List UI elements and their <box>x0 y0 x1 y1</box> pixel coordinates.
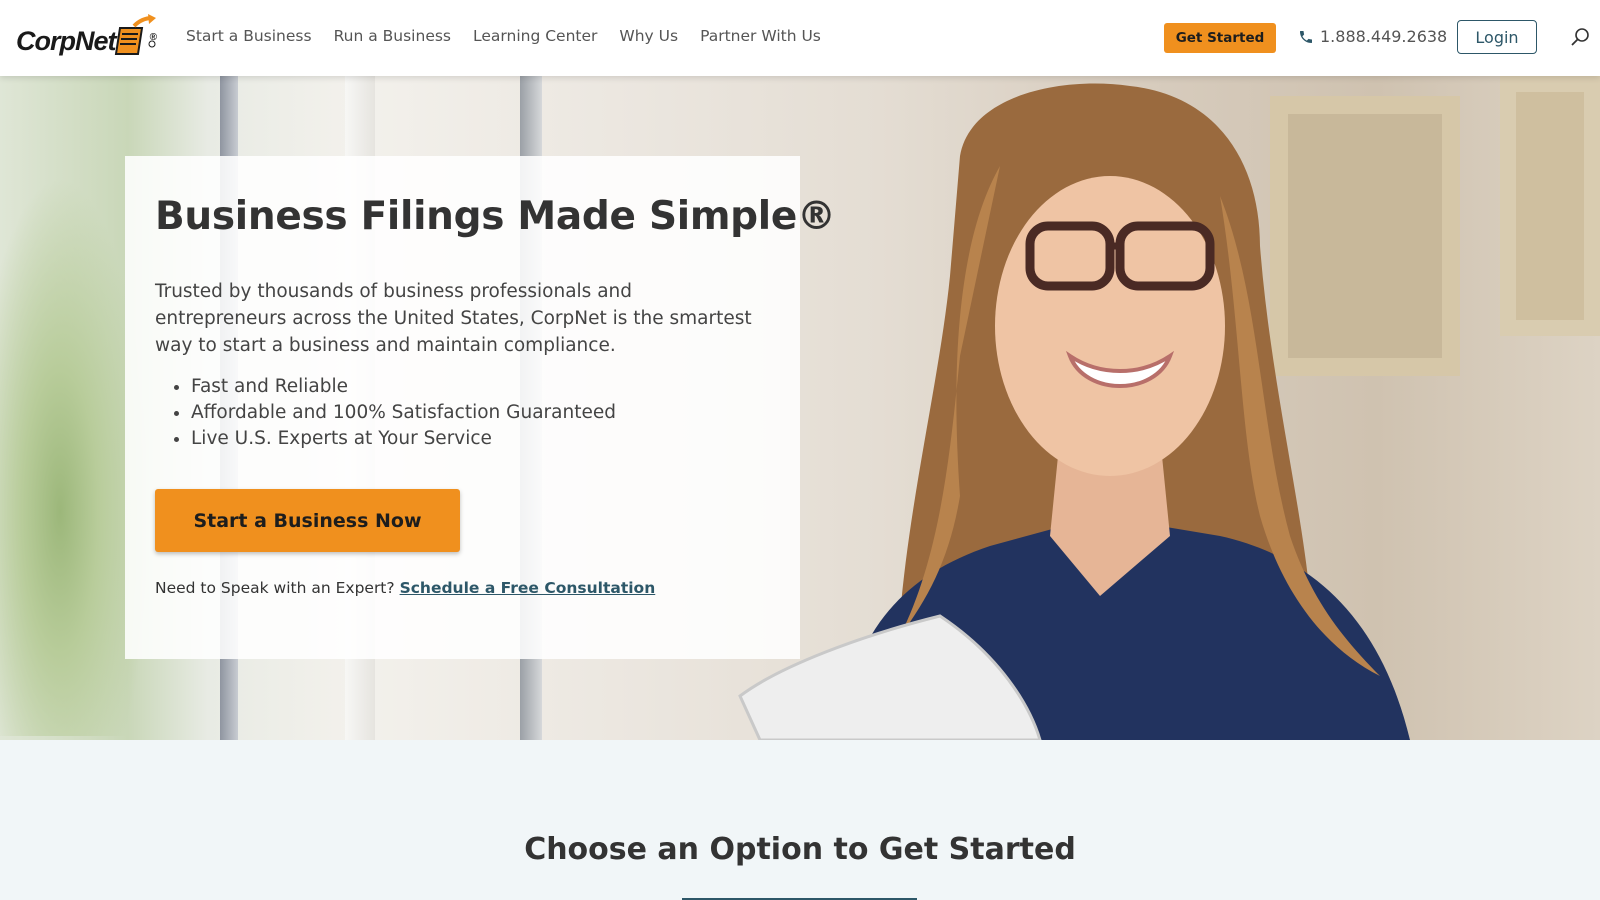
phone-icon <box>1300 30 1312 43</box>
main-nav: Start a Business Run a Business Learning… <box>186 27 843 45</box>
corpnet-logo[interactable]: CorpNet ® <box>16 14 158 64</box>
site-header: CorpNet ® Start a Business Run a Business… <box>0 0 1600 76</box>
consultation-line: Need to Speak with an Expert? Schedule a… <box>155 579 655 597</box>
nav-run-a-business[interactable]: Run a Business <box>334 27 451 45</box>
consultation-prompt: Need to Speak with an Expert? <box>155 579 395 597</box>
phone-number: 1.888.449.2638 <box>1320 27 1448 46</box>
nav-why-us[interactable]: Why Us <box>619 27 678 45</box>
schedule-consultation-link[interactable]: Schedule a Free Consultation <box>400 579 656 597</box>
nav-start-a-business[interactable]: Start a Business <box>186 27 312 45</box>
nav-learning-center[interactable]: Learning Center <box>473 27 597 45</box>
login-button[interactable]: Login <box>1457 20 1537 54</box>
nav-partner-with-us[interactable]: Partner With Us <box>700 27 821 45</box>
list-item: Live U.S. Experts at Your Service <box>191 426 616 452</box>
list-item: Affordable and 100% Satisfaction Guarant… <box>191 400 616 426</box>
search-icon[interactable] <box>1570 27 1590 47</box>
hero-benefits-list: Fast and Reliable Affordable and 100% Sa… <box>155 374 616 452</box>
hero-woman-photo <box>738 83 1410 740</box>
start-business-now-button[interactable]: Start a Business Now <box>155 489 460 552</box>
hero-section: Business Filings Made Simple® Trusted by… <box>0 76 1600 740</box>
get-started-button[interactable]: Get Started <box>1164 23 1276 53</box>
phone-link[interactable]: 1.888.449.2638 <box>1298 27 1447 46</box>
options-title: Choose an Option to Get Started <box>524 832 1076 867</box>
hero-description: Trusted by thousands of business profess… <box>155 281 752 356</box>
hero-card: Business Filings Made Simple® Trusted by… <box>125 156 836 659</box>
logo-document-icon <box>114 14 156 55</box>
hero-title: Business Filings Made Simple® <box>155 194 836 239</box>
list-item: Fast and Reliable <box>191 374 616 400</box>
options-section: Choose an Option to Get Started <box>0 740 1600 900</box>
